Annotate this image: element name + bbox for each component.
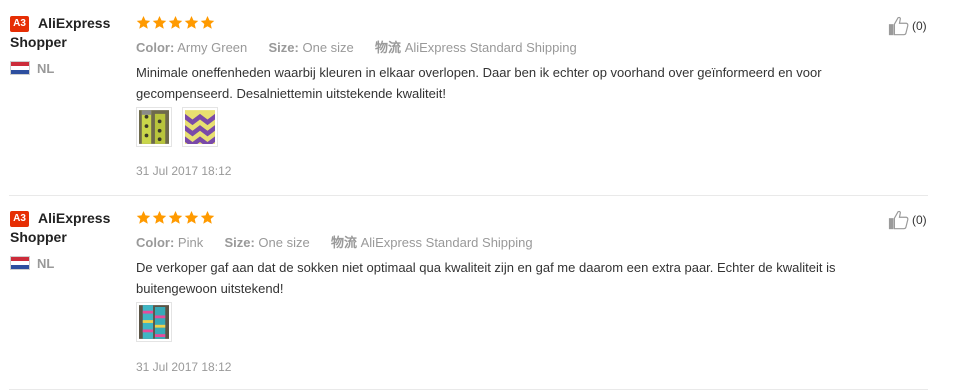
star-icon <box>168 210 183 224</box>
review-divider <box>9 389 928 390</box>
color-label: Color: <box>136 40 175 55</box>
shipping-label: 物流 <box>330 235 357 250</box>
helpful-button[interactable]: (0) <box>888 209 927 231</box>
netherlands-flag-icon <box>10 256 30 270</box>
size-value: One size <box>302 40 354 55</box>
star-icon <box>152 210 167 224</box>
size-label: Size: <box>224 235 255 250</box>
star-icon <box>200 210 215 224</box>
socks-photo-green-dots <box>139 110 169 144</box>
socks-photo-teal-pink <box>139 305 169 339</box>
review-text: Minimale oneffenheden waarbij kleuren in… <box>136 65 822 101</box>
user-name: AliExpress Shopper <box>10 15 111 50</box>
star-icon <box>136 210 151 224</box>
star-icon <box>136 15 151 29</box>
star-icon <box>184 210 199 224</box>
review-photo-thumbnail[interactable] <box>136 302 172 342</box>
helpful-count: (0) <box>912 213 927 227</box>
size-label: Size: <box>268 40 299 55</box>
thumbs-up-icon <box>888 210 909 230</box>
color-label: Color: <box>136 235 175 250</box>
color-value: Army Green <box>177 40 248 55</box>
user-country: NL <box>37 256 55 271</box>
review-photo-thumbnail[interactable] <box>136 107 172 147</box>
review-item: A3 AliExpress Shopper NL Color: Pink Siz… <box>0 196 957 392</box>
color-value: Pink <box>177 235 204 250</box>
shipping-value: AliExpress Standard Shipping <box>360 235 533 250</box>
user-name: AliExpress Shopper <box>10 210 111 245</box>
star-rating <box>136 15 215 31</box>
thumbs-up-icon <box>888 16 909 36</box>
helpful-button[interactable]: (0) <box>888 15 927 37</box>
star-rating <box>136 210 215 226</box>
star-icon <box>168 15 183 29</box>
netherlands-flag-icon <box>10 61 30 75</box>
helpful-count: (0) <box>912 19 927 33</box>
review-item: A3 AliExpress Shopper NL Color: Army Gre… <box>0 0 957 196</box>
star-icon <box>200 15 215 29</box>
user-country: NL <box>37 61 55 76</box>
size-value: One size <box>258 235 310 250</box>
review-date: 31 Jul 2017 18:12 <box>136 360 232 374</box>
review-date: 31 Jul 2017 18:12 <box>136 164 232 178</box>
socks-photo-purple-chevron <box>185 110 215 144</box>
order-attributes: Color: Army Green Size: One size 物流 AliE… <box>136 37 577 56</box>
order-attributes: Color: Pink Size: One size 物流 AliExpress… <box>136 232 533 251</box>
shipping-value: AliExpress Standard Shipping <box>404 40 577 55</box>
star-icon <box>152 15 167 29</box>
review-photo-thumbnail[interactable] <box>182 107 218 147</box>
review-text: De verkoper gaf aan dat de sokken niet o… <box>136 260 836 296</box>
star-icon <box>184 15 199 29</box>
shipping-label: 物流 <box>375 40 402 55</box>
